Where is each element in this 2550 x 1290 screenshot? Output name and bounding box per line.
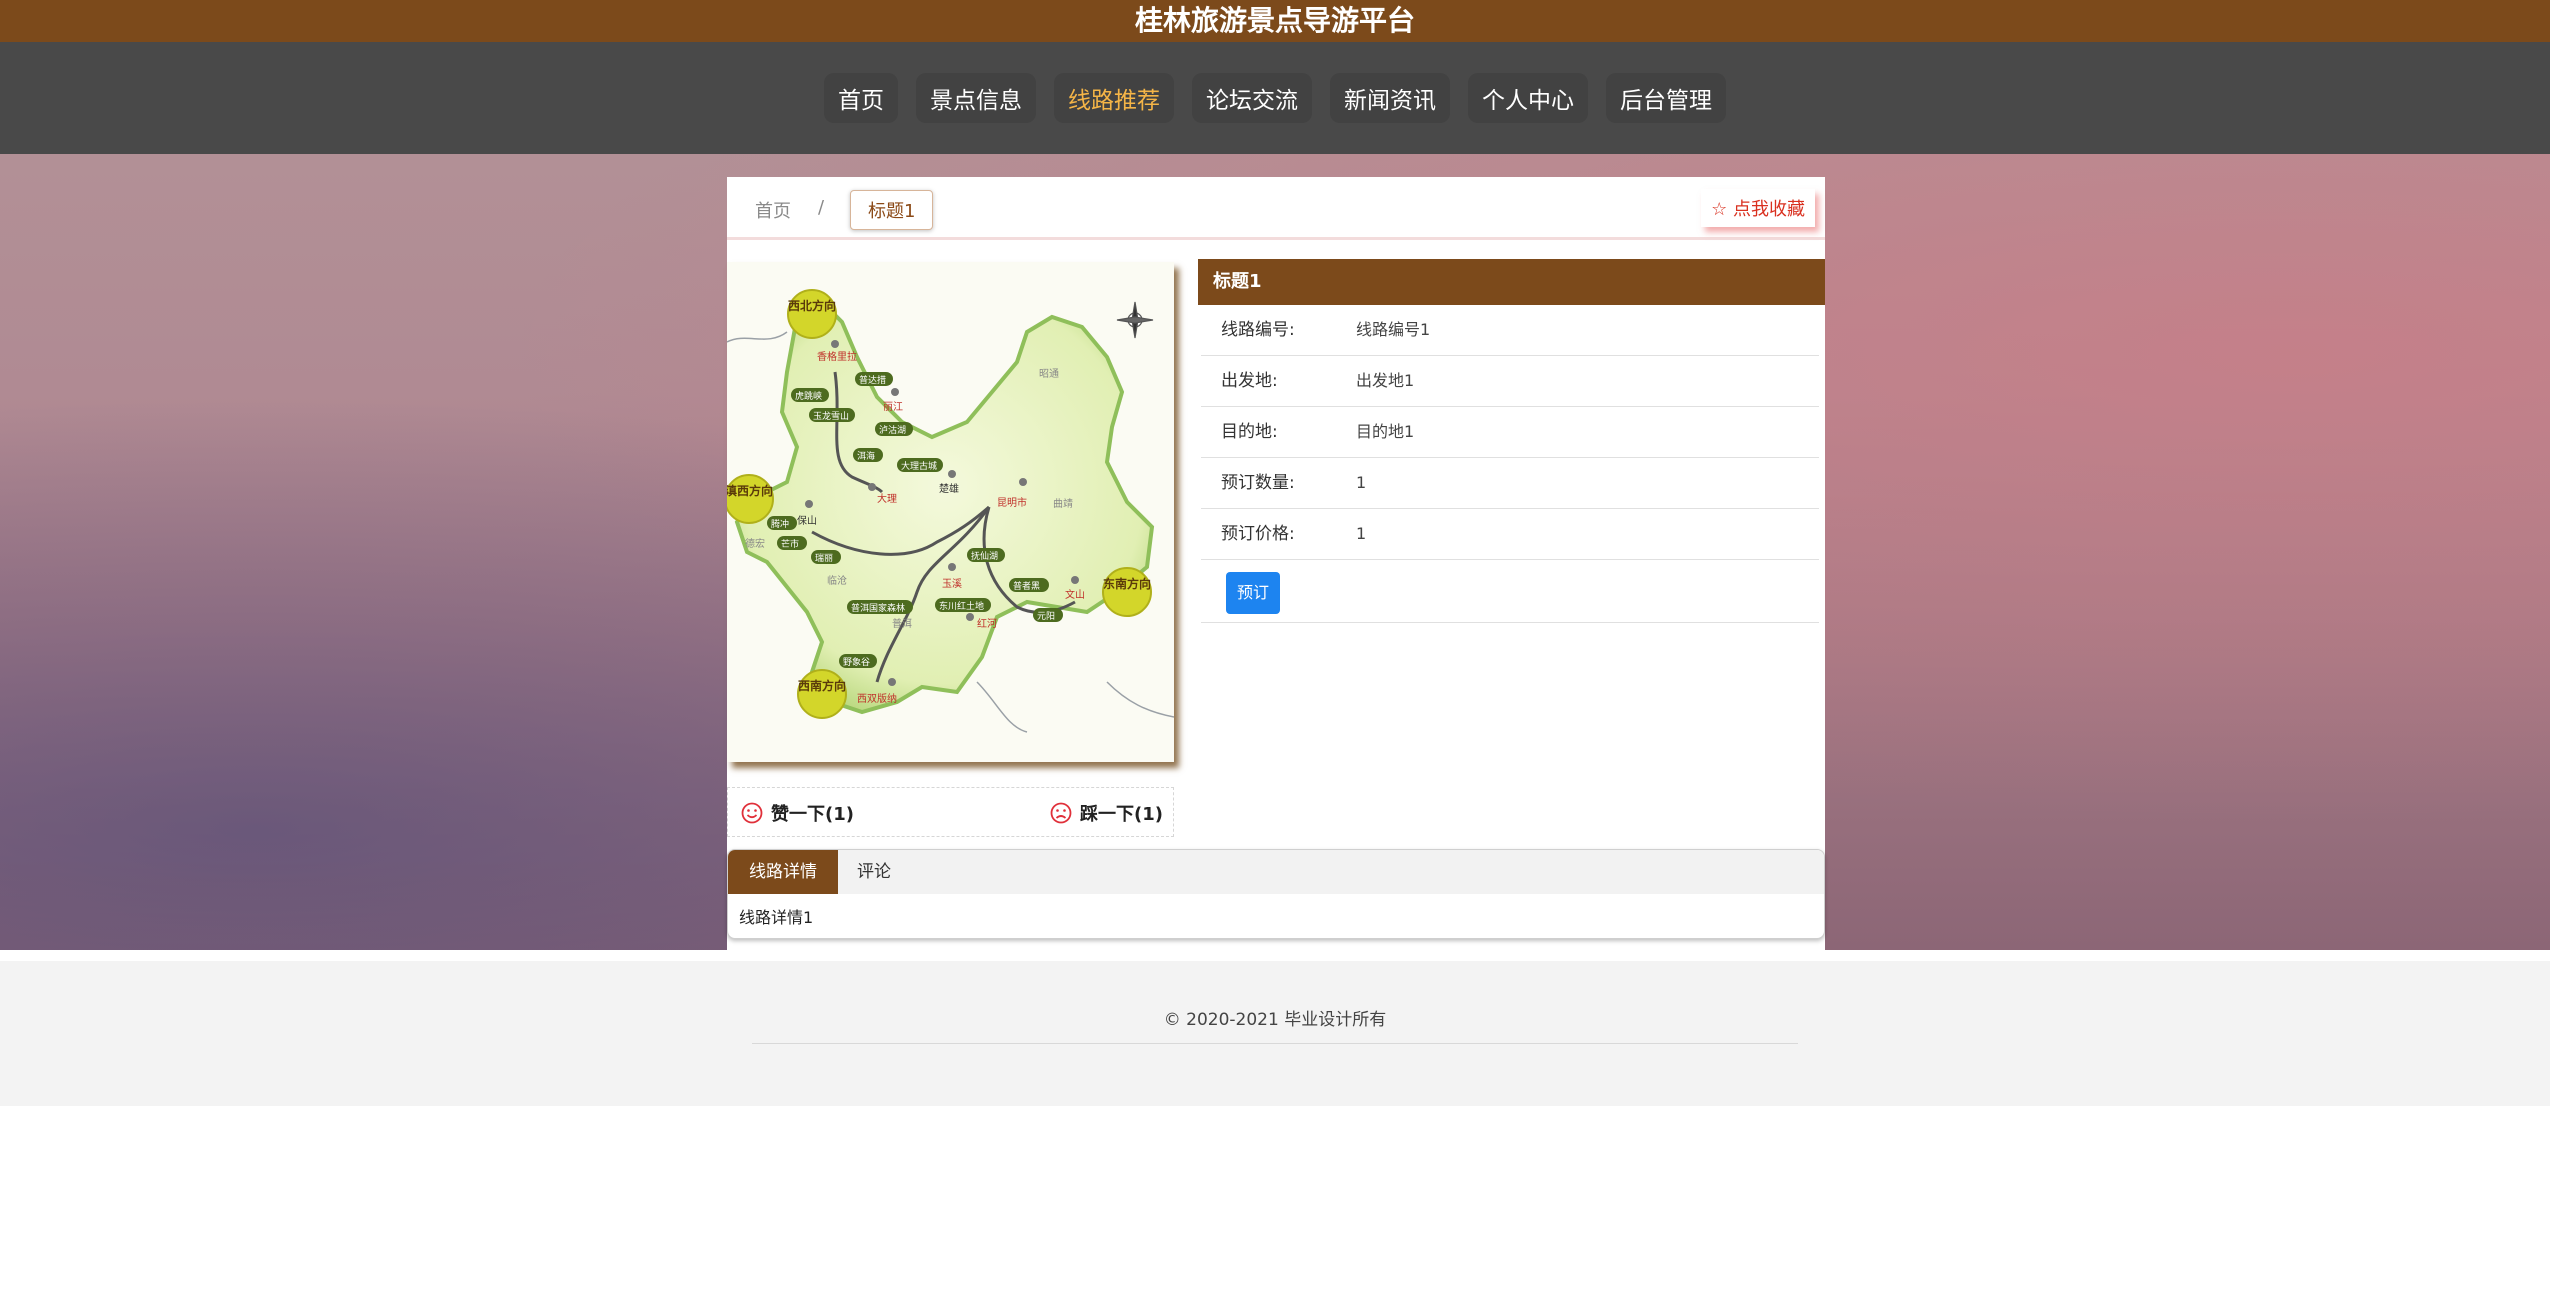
breadcrumb-current: 标题1 — [850, 190, 934, 230]
map-region-label: 西北方向 — [788, 298, 836, 313]
info-label: 预订数量: — [1221, 473, 1295, 493]
map-spot-label: 腾冲 — [771, 518, 789, 530]
favorite-button[interactable]: ☆ 点我收藏 — [1701, 189, 1815, 227]
map-place-label: 昭通 — [1039, 368, 1059, 380]
info-value: 出发地1 — [1356, 371, 1415, 390]
route-info: 标题1 线路编号: 线路编号1 出发地: 出发地1 目的地: 目的地1 预订数量… — [1198, 259, 1825, 623]
map-spot-label: 普洱国家森林 — [851, 602, 905, 614]
route-title: 标题1 — [1198, 259, 1825, 305]
dislike-button[interactable]: 踩一下(1) — [1050, 800, 1163, 826]
map-spot-label: 洱海 — [857, 450, 875, 462]
nav-attractions[interactable]: 景点信息 — [916, 73, 1036, 123]
book-button[interactable]: 预订 — [1226, 572, 1280, 614]
map-spot-label: 普者黑 — [1013, 580, 1040, 592]
info-row-departure: 出发地: 出发地1 — [1201, 356, 1819, 407]
nav-news[interactable]: 新闻资讯 — [1330, 73, 1450, 123]
map-place-label: 香格里拉 — [817, 350, 857, 363]
nav-home[interactable]: 首页 — [824, 73, 898, 123]
info-label: 目的地: — [1221, 422, 1278, 442]
tab-comments[interactable]: 评论 — [836, 850, 912, 894]
detail-tabs: 线路详情 评论 线路详情1 — [727, 849, 1825, 939]
map-place-label: 大理 — [877, 492, 897, 505]
dislike-label: 踩一下(1) — [1080, 804, 1163, 825]
favorite-label: 点我收藏 — [1733, 199, 1805, 220]
map-region-label: 东南方向 — [1103, 576, 1151, 591]
map-spot-label: 泸沽湖 — [879, 424, 906, 436]
footer-divider — [752, 1043, 1798, 1044]
like-label: 赞一下(1) — [771, 804, 854, 825]
map-place-label: 丽江 — [883, 401, 903, 413]
map-spot-label: 玉龙雪山 — [813, 410, 849, 422]
map-place-label: 临沧 — [827, 574, 847, 587]
map-place-label: 保山 — [797, 514, 817, 527]
map-illustration: 西北方向 滇西方向 东南方向 西南方向 香格里拉 丽江 大理 楚雄 昆明市 保山… — [727, 262, 1174, 762]
nav-forum[interactable]: 论坛交流 — [1192, 73, 1312, 123]
copyright: © 2020-2021 毕业设计所有 — [1163, 1010, 1387, 1030]
info-row-route-no: 线路编号: 线路编号1 — [1201, 305, 1819, 356]
footer: © 2020-2021 毕业设计所有 — [0, 961, 2550, 1106]
map-place-label: 昆明市 — [997, 496, 1027, 509]
map-place-label: 玉溪 — [942, 578, 962, 590]
route-detail-panel: 首页 / 标题1 ☆ 点我收藏 西北方向 滇西方向 东南方向 西南方向 香格里拉… — [727, 177, 1825, 950]
map-spot-label: 抚仙湖 — [971, 550, 998, 562]
info-row-quantity: 预订数量: 1 — [1201, 458, 1819, 509]
tabs-header: 线路详情 评论 — [728, 850, 1824, 894]
info-label: 出发地: — [1221, 371, 1278, 391]
map-region-label: 西南方向 — [798, 678, 846, 693]
map-place-label: 楚雄 — [939, 482, 959, 495]
nav-routes[interactable]: 线路推荐 — [1054, 73, 1174, 123]
map-spot-label: 元阳 — [1037, 611, 1055, 622]
map-spot-label: 瑞丽 — [815, 552, 833, 564]
map-place-label: 文山 — [1065, 588, 1085, 601]
like-button[interactable]: 赞一下(1) — [741, 800, 854, 826]
map-place-label: 德宏 — [745, 537, 765, 550]
frown-icon — [1050, 802, 1072, 824]
site-title: 桂林旅游景点导游平台 — [0, 0, 2550, 42]
tab-route-details[interactable]: 线路详情 — [728, 850, 838, 894]
nav-profile[interactable]: 个人中心 — [1468, 73, 1588, 123]
info-value: 1 — [1356, 473, 1367, 492]
info-label: 线路编号: — [1221, 320, 1295, 340]
nav-admin[interactable]: 后台管理 — [1606, 73, 1726, 123]
map-place-label: 曲靖 — [1053, 497, 1073, 510]
map-spot-label: 东川红土地 — [939, 600, 984, 612]
smile-icon — [741, 802, 763, 824]
info-value: 目的地1 — [1356, 422, 1415, 441]
tab-content: 线路详情1 — [739, 908, 814, 927]
breadcrumb-separator: / — [818, 197, 825, 218]
breadcrumb-home[interactable]: 首页 — [755, 197, 791, 223]
info-row-price: 预订价格: 1 — [1201, 509, 1819, 560]
info-row-destination: 目的地: 目的地1 — [1201, 407, 1819, 458]
book-row: 预订 — [1201, 560, 1819, 623]
map-place-label: 红河 — [977, 617, 997, 630]
map-spot-label: 大理古城 — [901, 460, 937, 472]
map-spot-label: 芒市 — [781, 538, 799, 550]
map-spot-label: 野象谷 — [843, 656, 870, 668]
route-map-image: 西北方向 滇西方向 东南方向 西南方向 香格里拉 丽江 大理 楚雄 昆明市 保山… — [727, 262, 1174, 762]
info-value: 线路编号1 — [1356, 320, 1431, 339]
map-place-label: 西双版纳 — [857, 692, 897, 705]
map-place-label: 普洱 — [892, 617, 912, 630]
vote-bar: 赞一下(1) 踩一下(1) — [727, 787, 1174, 837]
map-spot-label: 普达措 — [859, 374, 886, 386]
map-spot-label: 虎跳峡 — [795, 390, 822, 402]
info-value: 1 — [1356, 524, 1367, 543]
main-nav: 首页 景点信息 线路推荐 论坛交流 新闻资讯 个人中心 后台管理 — [0, 42, 2550, 154]
info-label: 预订价格: — [1221, 524, 1295, 544]
map-region-label: 滇西方向 — [727, 483, 773, 498]
breadcrumb: 首页 / 标题1 ☆ 点我收藏 — [727, 177, 1825, 240]
star-outline-icon: ☆ — [1711, 199, 1728, 220]
